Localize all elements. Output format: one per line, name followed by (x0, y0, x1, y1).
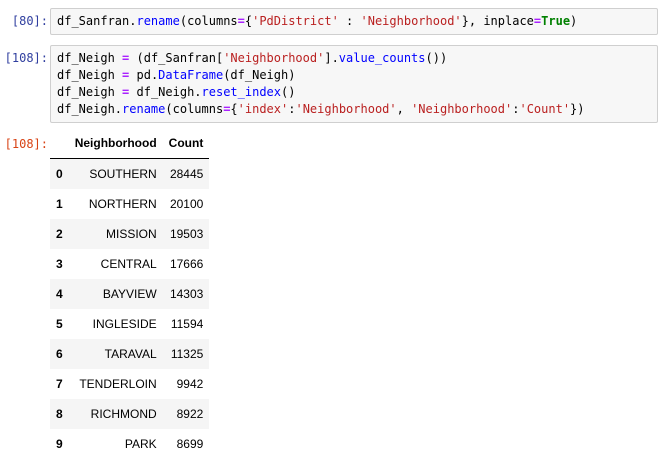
table-row: 2 MISSION 19503 (50, 219, 210, 249)
cell-count: 8699 (176, 437, 204, 451)
cell-neighborhood: MISSION (106, 227, 157, 241)
cell-count: 11325 (170, 347, 204, 361)
index-header (50, 128, 69, 159)
cell-neighborhood: NORTHERN (88, 197, 157, 211)
table-row: 1 NORTHERN 20100 (50, 189, 209, 219)
cell-neighborhood: CENTRAL (100, 257, 157, 271)
cell-neighborhood: TENDERLOIN (79, 377, 157, 391)
column-header-count: Count (162, 128, 210, 159)
code-line: df_Neigh = df_Neigh.reset_index() (57, 85, 296, 99)
cell-neighborhood: TARAVAL (104, 347, 157, 361)
row-index: 6 (56, 347, 63, 361)
code-line: df_Neigh = pd.DataFrame(df_Neigh) (57, 68, 296, 82)
table-header-row: Neighborhood Count (50, 128, 210, 159)
cell-count: 20100 (169, 197, 204, 211)
table-row: 4 BAYVIEW 14303 (50, 279, 210, 309)
row-index: 3 (56, 257, 63, 271)
output-prompt: [108]: (4, 137, 48, 151)
code-line: df_Sanfran.rename(columns={'PdDistrict' … (57, 13, 651, 30)
cell-neighborhood: PARK (124, 437, 157, 451)
cell-count: 8922 (176, 407, 204, 421)
input-prompt: [108]: (4, 51, 48, 65)
cell-count: 9942 (176, 377, 204, 391)
table-row: 3 CENTRAL 17666 (50, 249, 209, 279)
code-editor[interactable]: df_Sanfran.rename(columns={'PdDistrict' … (50, 8, 658, 35)
row-index: 0 (56, 167, 63, 181)
row-index: 4 (56, 287, 63, 301)
cell-count: 19503 (169, 227, 204, 241)
table-row: 9 PARK 8699 (50, 429, 209, 459)
dataframe-output: Neighborhood Count 0 SOUTHERN 28445 1 NORTHE… (50, 128, 210, 459)
cell-neighborhood: RICHMOND (90, 407, 157, 421)
code-line: df_Neigh.rename(columns={'index':'Neighb… (57, 102, 585, 116)
table-row: 6 TARAVAL 11325 (50, 339, 210, 369)
code-line: df_Neigh = (df_Sanfran['Neighborhood'].v… (57, 51, 448, 65)
code-editor[interactable]: df_Neigh = (df_Sanfran['Neighborhood'].v… (50, 45, 658, 123)
row-index: 5 (56, 317, 63, 331)
cell-count: 14303 (169, 287, 204, 301)
column-header-neighborhood: Neighborhood (68, 128, 163, 159)
cell-count: 28445 (169, 167, 204, 181)
input-prompt: [80]: (11, 14, 48, 28)
cell-count: 11594 (170, 317, 204, 331)
row-index: 2 (56, 227, 63, 241)
table-row: 0 SOUTHERN 28445 (50, 158, 210, 189)
cell-count: 17666 (169, 257, 204, 271)
table-row: 8 RICHMOND 8922 (50, 399, 210, 429)
code-line-text: df_Sanfran.rename(columns={'PdDistrict' … (57, 14, 578, 28)
row-index: 7 (56, 377, 63, 391)
cell-neighborhood: SOUTHERN (89, 167, 157, 181)
table-row: 7 TENDERLOIN 9942 (50, 369, 209, 399)
cell-neighborhood: INGLESIDE (92, 317, 157, 331)
row-index: 9 (56, 437, 63, 451)
row-index: 1 (56, 197, 63, 211)
cell-neighborhood: BAYVIEW (102, 287, 157, 301)
table-row: 5 INGLESIDE 11594 (50, 309, 209, 339)
row-index: 8 (56, 407, 63, 421)
